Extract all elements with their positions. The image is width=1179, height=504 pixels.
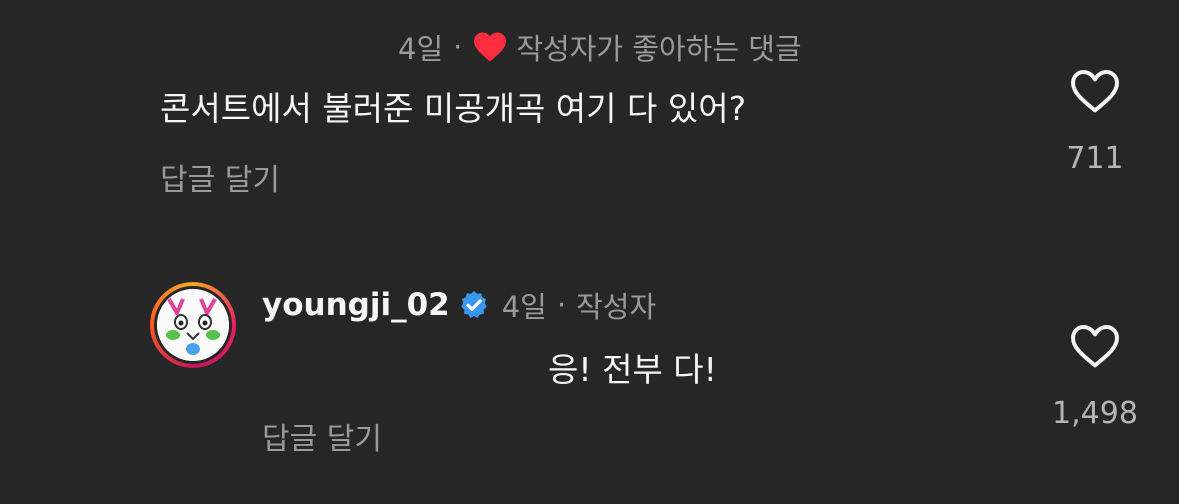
comment-text: 콘서트에서 불러준 미공개곡 여기 다 있어?	[160, 89, 747, 128]
liked-by-author-label: 작성자가 좋아하는 댓글	[516, 32, 802, 66]
verified-badge-icon	[458, 289, 490, 321]
like-button[interactable]	[1069, 323, 1121, 369]
avatar-image	[157, 289, 229, 361]
meta-separator: ·	[556, 288, 567, 322]
author-badge: 작성자	[576, 290, 657, 324]
meta-separator: ·	[453, 30, 463, 64]
avatar[interactable]	[150, 282, 236, 368]
username[interactable]: youngji_02	[262, 287, 450, 323]
heart-outline-icon	[1071, 325, 1119, 368]
like-count: 711	[1066, 141, 1124, 176]
like-button[interactable]	[1069, 68, 1121, 114]
comment-time: 4일	[398, 32, 444, 66]
heart-filled-icon	[472, 31, 508, 63]
like-count: 1,498	[1052, 396, 1138, 431]
reply-button[interactable]: 답글 달기	[262, 414, 382, 458]
reply-time: 4일	[501, 290, 547, 324]
comment-meta: 4일 · 작성자가 좋아하는 댓글	[398, 26, 802, 68]
reply-button[interactable]: 답글 달기	[160, 155, 280, 199]
reply-text: 응! 전부 다!	[548, 350, 717, 389]
reply-header: youngji_02 4일 · 작성자	[262, 284, 656, 326]
heart-outline-icon	[1071, 70, 1119, 113]
